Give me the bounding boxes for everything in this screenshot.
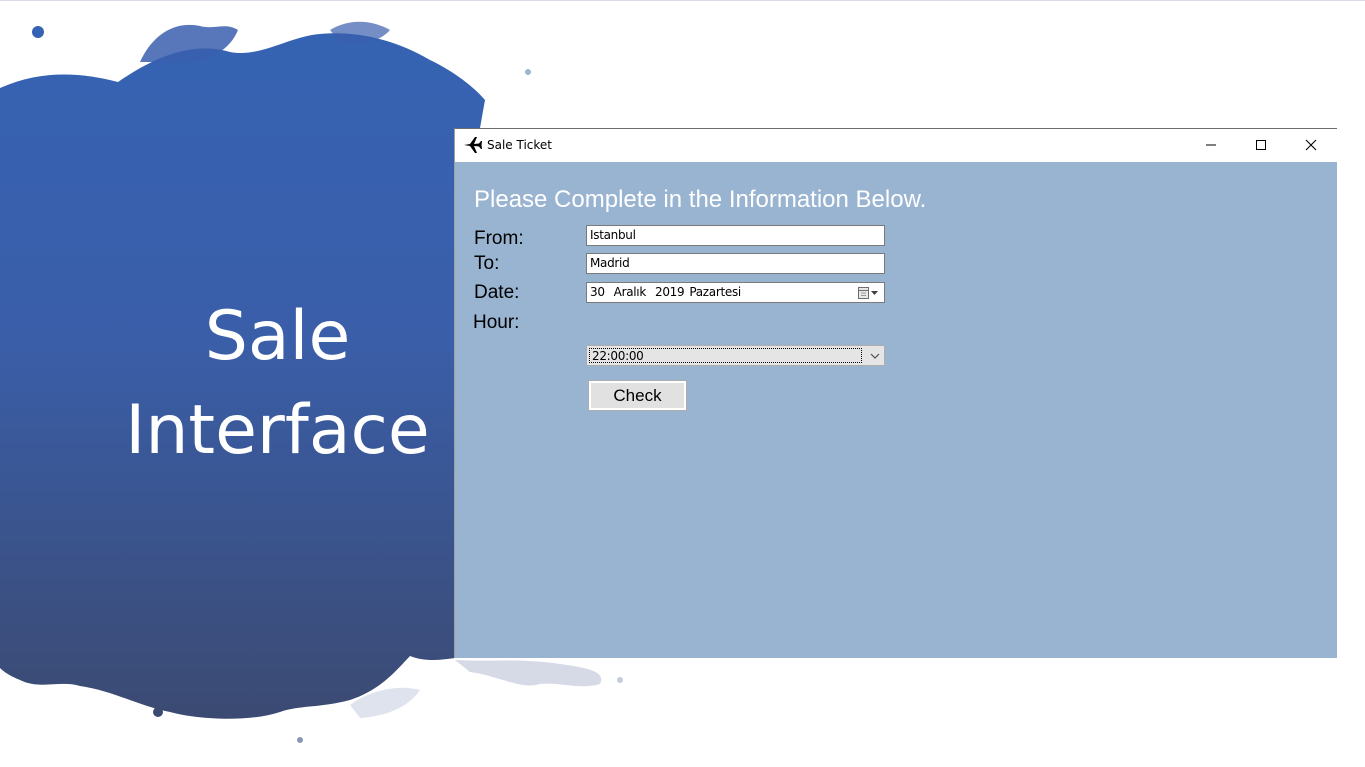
calendar-dropdown-icon[interactable] [857, 285, 881, 301]
window-title: Sale Ticket [487, 138, 553, 152]
date-label: Date: [474, 282, 520, 303]
close-button[interactable] [1286, 129, 1336, 161]
form-heading: Please Complete in the Information Below… [474, 186, 927, 213]
hour-label: Hour: [473, 312, 520, 333]
sale-ticket-window: Sale Ticket Please Complete in the Infor… [454, 128, 1337, 658]
hour-select-value: 22:00:00 [589, 348, 862, 363]
chevron-down-icon [870, 353, 880, 359]
date-picker[interactable]: 30 Aralık 2019 Pazartesi [586, 282, 885, 303]
to-label: To: [474, 253, 500, 274]
minimize-icon [1206, 144, 1216, 146]
minimize-button[interactable] [1186, 129, 1236, 161]
from-label: From: [474, 228, 524, 249]
from-input[interactable]: Istanbul [586, 225, 885, 246]
airplane-icon [464, 137, 482, 153]
title-bar[interactable]: Sale Ticket [455, 129, 1337, 162]
form-panel: Please Complete in the Information Below… [455, 162, 1337, 658]
date-month: Aralık [613, 285, 647, 299]
date-day: 30 [590, 285, 605, 299]
hour-select[interactable]: 22:00:00 [586, 345, 885, 366]
slide-title: Sale Interface [110, 290, 445, 478]
maximize-icon [1256, 140, 1266, 150]
check-button[interactable]: Check [588, 380, 687, 411]
slide-title-line2: Interface [125, 391, 430, 470]
close-icon [1305, 139, 1317, 151]
date-weekday: Pazartesi [689, 285, 741, 299]
date-year: 2019 [655, 285, 685, 299]
maximize-button[interactable] [1236, 129, 1286, 161]
slide-title-line1: Sale [204, 297, 351, 376]
to-input[interactable]: Madrid [586, 253, 885, 274]
